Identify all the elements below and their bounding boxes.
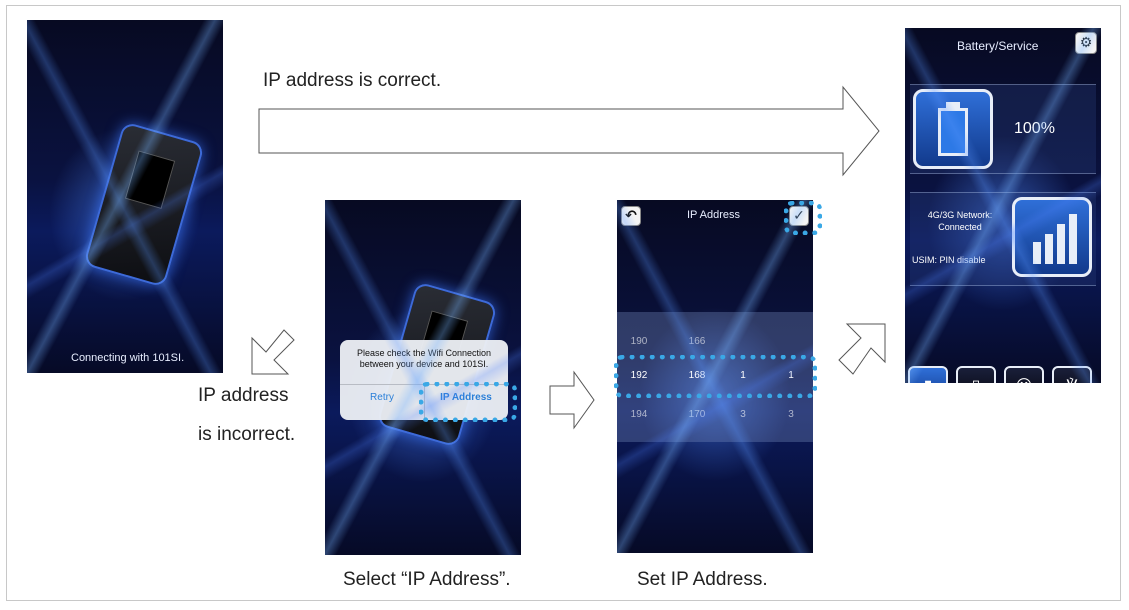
signal-strength-icon <box>1012 197 1092 277</box>
battery-service-title: Battery/Service <box>957 39 1039 53</box>
battery-panel: 100% <box>910 84 1096 174</box>
arrow-step-2 <box>549 370 595 430</box>
caption-set: Set IP Address. <box>637 569 768 590</box>
caption-incorrect-1: IP address <box>198 385 289 406</box>
wifi-router-image <box>83 121 205 288</box>
screen-battery-service: Battery/Service ⚙ 100% 4G/3G Network: Co… <box>905 28 1101 383</box>
battery-level: 100% <box>1014 120 1055 137</box>
network-panel: 4G/3G Network: Connected USIM: PIN disab… <box>910 192 1096 286</box>
highlight-confirm-button <box>784 201 822 235</box>
caption-incorrect-2: is incorrect. <box>198 424 296 445</box>
highlight-ip-row <box>614 355 817 398</box>
caption-correct: IP address is correct. <box>263 70 442 91</box>
alert-message: Please check the Wifi Connection between… <box>356 348 492 369</box>
caption-select: Select “IP Address”. <box>343 569 511 590</box>
picker-row: 190 166 <box>630 336 706 347</box>
gear-icon[interactable]: ⚙ <box>1075 32 1097 54</box>
picker-title: IP Address <box>687 209 740 221</box>
battery-signal-icon[interactable]: ▮ <box>908 366 948 383</box>
device-icon[interactable]: ▯ <box>956 366 996 383</box>
screen-connecting: Connecting with 101SI. <box>27 20 223 373</box>
retry-button[interactable]: Retry <box>340 392 424 403</box>
battery-icon <box>913 89 993 169</box>
antenna-icon[interactable]: ℣ <box>1052 366 1092 383</box>
picker-row: 194 170 3 3 <box>630 409 794 420</box>
arrow-incorrect <box>251 329 295 375</box>
highlight-ip-address-button <box>419 382 517 422</box>
arrow-correct <box>258 85 880 177</box>
usim-status: USIM: PIN disable <box>912 255 986 265</box>
connecting-status: Connecting with 101SI. <box>71 352 185 364</box>
user-wireless-icon[interactable]: ☺ <box>1004 366 1044 383</box>
screen-dialog: Please check the Wifi Connection between… <box>325 200 521 555</box>
back-arrow-icon[interactable]: ↶ <box>621 206 641 226</box>
network-status: 4G/3G Network: Connected <box>927 210 993 232</box>
arrow-step-3 <box>838 323 886 375</box>
